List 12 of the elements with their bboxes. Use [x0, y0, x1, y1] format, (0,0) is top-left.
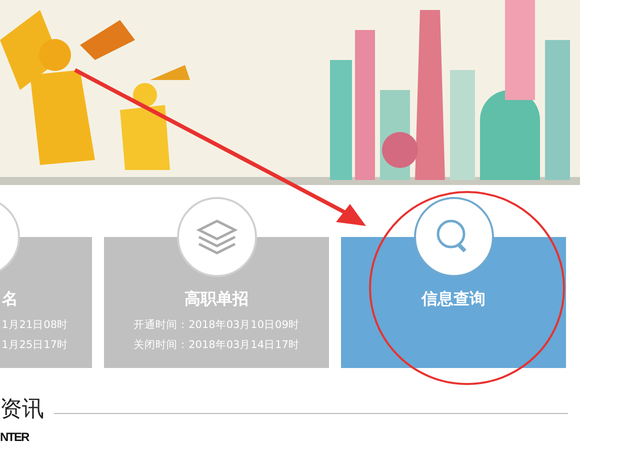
card-text: 关闭时间：2018年03月14日17时: [134, 338, 300, 353]
card-text: 1月21日08时: [2, 318, 68, 333]
card-title: 高职单招: [184, 289, 248, 309]
layers-icon: [194, 219, 238, 255]
card-title: 信息查询: [422, 289, 486, 309]
section-subtitle: NTER: [0, 430, 29, 444]
card-text: 开通时间：2018年03月10日09时: [134, 318, 300, 333]
section-title: 资讯: [0, 396, 44, 424]
card-text: 1月25日17时: [2, 338, 68, 353]
menu-card[interactable]: 信息查询: [341, 197, 566, 368]
card-title: 名: [2, 289, 18, 309]
menu-card[interactable]: 高职单招 开通时间：2018年03月10日09时 关闭时间：2018年03月14日17时: [104, 197, 329, 368]
